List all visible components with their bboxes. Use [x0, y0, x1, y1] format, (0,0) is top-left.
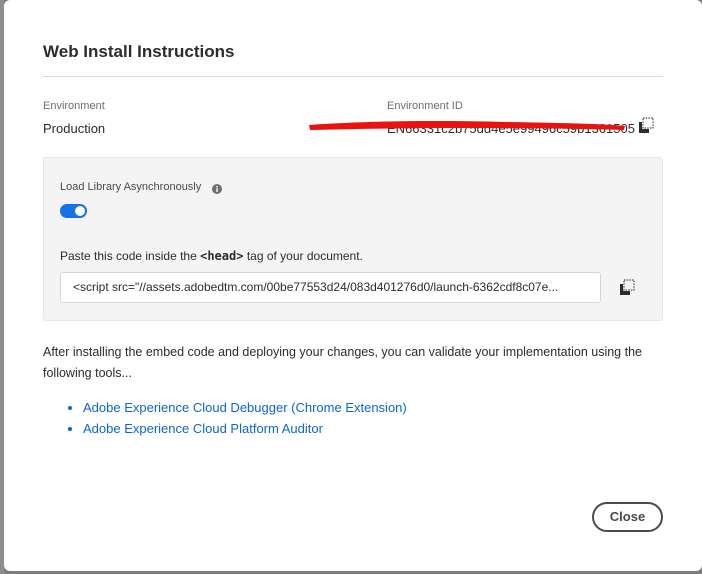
copy-icon[interactable] [637, 117, 655, 135]
environment-id-label: Environment ID [387, 100, 463, 112]
paste-prefix: Paste this code inside the [60, 249, 197, 263]
toggle-knob [75, 206, 85, 216]
debugger-link[interactable]: Adobe Experience Cloud Debugger (Chrome … [83, 400, 407, 415]
platform-auditor-link[interactable]: Adobe Experience Cloud Platform Auditor [83, 421, 323, 436]
async-toggle[interactable] [60, 204, 87, 218]
copy-code-icon[interactable] [618, 279, 636, 297]
title-divider [43, 76, 663, 77]
embed-code-field[interactable]: <script src="//assets.adobedtm.com/00be7… [60, 272, 601, 303]
info-icon[interactable] [212, 181, 222, 194]
head-tag: <head> [200, 249, 244, 263]
environment-label: Environment [43, 100, 105, 112]
environment-id-value: EN66331c2b75dd4e5e99496c59b1361505 [387, 121, 635, 136]
environment-value: Production [43, 121, 106, 136]
paste-suffix: tag of your document. [246, 249, 363, 263]
embed-code-panel: Load Library Asynchronously Paste this c… [43, 157, 663, 321]
close-button[interactable]: Close [592, 502, 663, 532]
tools-list: Adobe Experience Cloud Debugger (Chrome … [66, 397, 407, 439]
async-label: Load Library Asynchronously [60, 181, 202, 193]
list-item: Adobe Experience Cloud Platform Auditor [83, 418, 407, 439]
web-install-dialog: Web Install Instructions Environment Pro… [4, 0, 702, 571]
list-item: Adobe Experience Cloud Debugger (Chrome … [83, 397, 407, 418]
dialog-title: Web Install Instructions [43, 42, 235, 61]
paste-instruction: Paste this code inside the <head> tag of… [60, 249, 363, 263]
validation-instructions: After installing the embed code and depl… [43, 345, 642, 380]
